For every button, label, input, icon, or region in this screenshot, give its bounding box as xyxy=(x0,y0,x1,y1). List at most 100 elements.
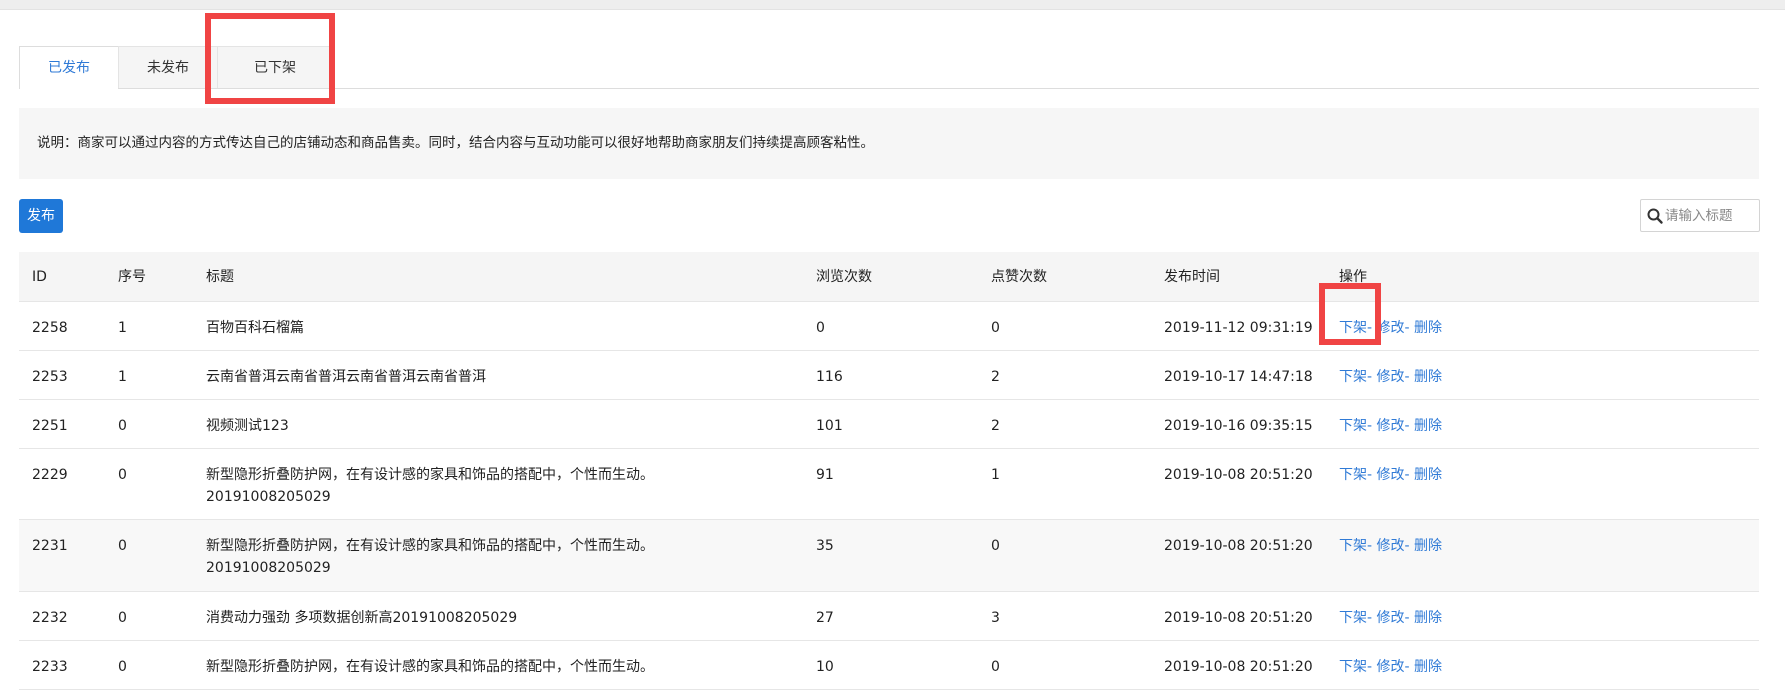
cell-likes: 2 xyxy=(991,418,1000,434)
edit-link[interactable]: 修改 xyxy=(1377,369,1405,385)
action-separator: - xyxy=(1404,418,1410,434)
cell-seq: 0 xyxy=(118,610,127,626)
cell-id: 2258 xyxy=(32,320,68,336)
action-separator: - xyxy=(1367,467,1373,483)
cell-likes: 0 xyxy=(991,659,1000,675)
action-separator: - xyxy=(1367,659,1373,675)
delete-link[interactable]: 删除 xyxy=(1414,369,1442,385)
row-actions: 下架- 修改- 删除 xyxy=(1339,366,1442,388)
cell-likes: 0 xyxy=(991,538,1000,554)
cell-id: 2229 xyxy=(32,467,68,483)
delete-link[interactable]: 删除 xyxy=(1414,538,1442,554)
cell-views: 0 xyxy=(816,320,825,336)
action-separator: - xyxy=(1404,369,1410,385)
edit-link[interactable]: 修改 xyxy=(1377,538,1405,554)
delete-link[interactable]: 删除 xyxy=(1414,418,1442,434)
delete-link[interactable]: 删除 xyxy=(1414,467,1442,483)
header-views: 浏览次数 xyxy=(816,269,872,285)
table-row: 2231 0 新型隐形折叠防护网，在有设计感的家具和饰品的搭配中，个性而生动。2… xyxy=(19,520,1759,592)
header-likes: 点赞次数 xyxy=(991,269,1047,285)
delete-link[interactable]: 删除 xyxy=(1414,659,1442,675)
cell-likes: 3 xyxy=(991,610,1000,626)
cell-title: 新型隐形折叠防护网，在有设计感的家具和饰品的搭配中，个性而生动。 xyxy=(206,659,654,675)
tab-taken-down[interactable]: 已下架 xyxy=(217,46,333,88)
cell-seq: 0 xyxy=(118,659,127,675)
action-separator: - xyxy=(1367,610,1373,626)
takedown-link[interactable]: 下架 xyxy=(1339,369,1367,385)
table-row: 2229 0 新型隐形折叠防护网，在有设计感的家具和饰品的搭配中，个性而生动。2… xyxy=(19,449,1759,520)
tab-published[interactable]: 已发布 xyxy=(19,46,119,89)
search-input[interactable] xyxy=(1665,200,1757,231)
top-bar xyxy=(0,0,1785,10)
action-separator: - xyxy=(1404,659,1410,675)
content-table: ID 序号 标题 浏览次数 点赞次数 发布时间 操作 2258 1 百物百科石榴… xyxy=(19,252,1759,690)
takedown-link[interactable]: 下架 xyxy=(1339,538,1367,554)
cell-likes: 0 xyxy=(991,320,1000,336)
edit-link[interactable]: 修改 xyxy=(1377,659,1405,675)
cell-seq: 1 xyxy=(118,369,127,385)
cell-seq: 0 xyxy=(118,418,127,434)
action-separator: - xyxy=(1404,610,1410,626)
takedown-link[interactable]: 下架 xyxy=(1339,467,1367,483)
cell-views: 27 xyxy=(816,610,834,626)
row-actions: 下架- 修改- 删除 xyxy=(1339,317,1442,339)
delete-link[interactable]: 删除 xyxy=(1414,610,1442,626)
cell-time: 2019-10-08 20:51:20 xyxy=(1164,659,1313,675)
table-row: 2232 0 消费动力强劲 多项数据创新高20191008205029 27 3… xyxy=(19,592,1759,641)
cell-title: 云南省普洱云南省普洱云南省普洱云南省普洱 xyxy=(206,369,486,385)
publish-button[interactable]: 发布 xyxy=(19,199,63,233)
header-title: 标题 xyxy=(206,269,234,285)
row-actions: 下架- 修改- 删除 xyxy=(1339,607,1442,629)
edit-link[interactable]: 修改 xyxy=(1377,467,1405,483)
cell-seq: 1 xyxy=(118,320,127,336)
edit-link[interactable]: 修改 xyxy=(1377,610,1405,626)
notice-text: 说明：商家可以通过内容的方式传达自己的店铺动态和商品售卖。同时，结合内容与互动功… xyxy=(19,108,1759,179)
cell-title: 百物百科石榴篇 xyxy=(206,320,304,336)
cell-id: 2251 xyxy=(32,418,68,434)
action-separator: - xyxy=(1404,320,1410,336)
cell-views: 91 xyxy=(816,467,834,483)
cell-views: 10 xyxy=(816,659,834,675)
cell-id: 2231 xyxy=(32,538,68,554)
cell-id: 2232 xyxy=(32,610,68,626)
takedown-link[interactable]: 下架 xyxy=(1339,659,1367,675)
row-actions: 下架- 修改- 删除 xyxy=(1339,464,1442,486)
takedown-link[interactable]: 下架 xyxy=(1339,418,1367,434)
cell-title: 视频测试123 xyxy=(206,418,289,434)
action-separator: - xyxy=(1404,538,1410,554)
takedown-link[interactable]: 下架 xyxy=(1339,320,1367,336)
cell-seq: 0 xyxy=(118,467,127,483)
cell-likes: 1 xyxy=(991,467,1000,483)
action-separator: - xyxy=(1367,418,1373,434)
tab-unpublished[interactable]: 未发布 xyxy=(118,46,218,88)
delete-link[interactable]: 删除 xyxy=(1414,320,1442,336)
header-seq: 序号 xyxy=(118,269,146,285)
action-separator: - xyxy=(1367,538,1373,554)
row-actions: 下架- 修改- 删除 xyxy=(1339,415,1442,437)
cell-time: 2019-10-08 20:51:20 xyxy=(1164,610,1313,626)
cell-id: 2253 xyxy=(32,369,68,385)
cell-time: 2019-10-17 14:47:18 xyxy=(1164,369,1313,385)
cell-title: 新型隐形折叠防护网，在有设计感的家具和饰品的搭配中，个性而生动。20191008… xyxy=(206,538,654,576)
row-actions: 下架- 修改- 删除 xyxy=(1339,656,1442,678)
table-row: 2233 0 新型隐形折叠防护网，在有设计感的家具和饰品的搭配中，个性而生动。 … xyxy=(19,641,1759,690)
header-id: ID xyxy=(32,269,47,285)
cell-time: 2019-11-12 09:31:19 xyxy=(1164,320,1313,336)
cell-title: 新型隐形折叠防护网，在有设计感的家具和饰品的搭配中，个性而生动。20191008… xyxy=(206,467,654,505)
table-row: 2258 1 百物百科石榴篇 0 0 2019-11-12 09:31:19 下… xyxy=(19,302,1759,351)
table-row: 2253 1 云南省普洱云南省普洱云南省普洱云南省普洱 116 2 2019-1… xyxy=(19,351,1759,400)
cell-views: 35 xyxy=(816,538,834,554)
takedown-link[interactable]: 下架 xyxy=(1339,610,1367,626)
cell-views: 101 xyxy=(816,418,843,434)
cell-views: 116 xyxy=(816,369,843,385)
cell-title: 消费动力强劲 多项数据创新高20191008205029 xyxy=(206,610,518,626)
tab-bar: 已发布 未发布 已下架 xyxy=(19,46,1759,89)
action-separator: - xyxy=(1367,369,1373,385)
cell-seq: 0 xyxy=(118,538,127,554)
edit-link[interactable]: 修改 xyxy=(1377,320,1405,336)
action-separator: - xyxy=(1367,320,1373,336)
search-box[interactable] xyxy=(1640,199,1760,232)
edit-link[interactable]: 修改 xyxy=(1377,418,1405,434)
action-separator: - xyxy=(1404,467,1410,483)
row-actions: 下架- 修改- 删除 xyxy=(1339,535,1442,557)
